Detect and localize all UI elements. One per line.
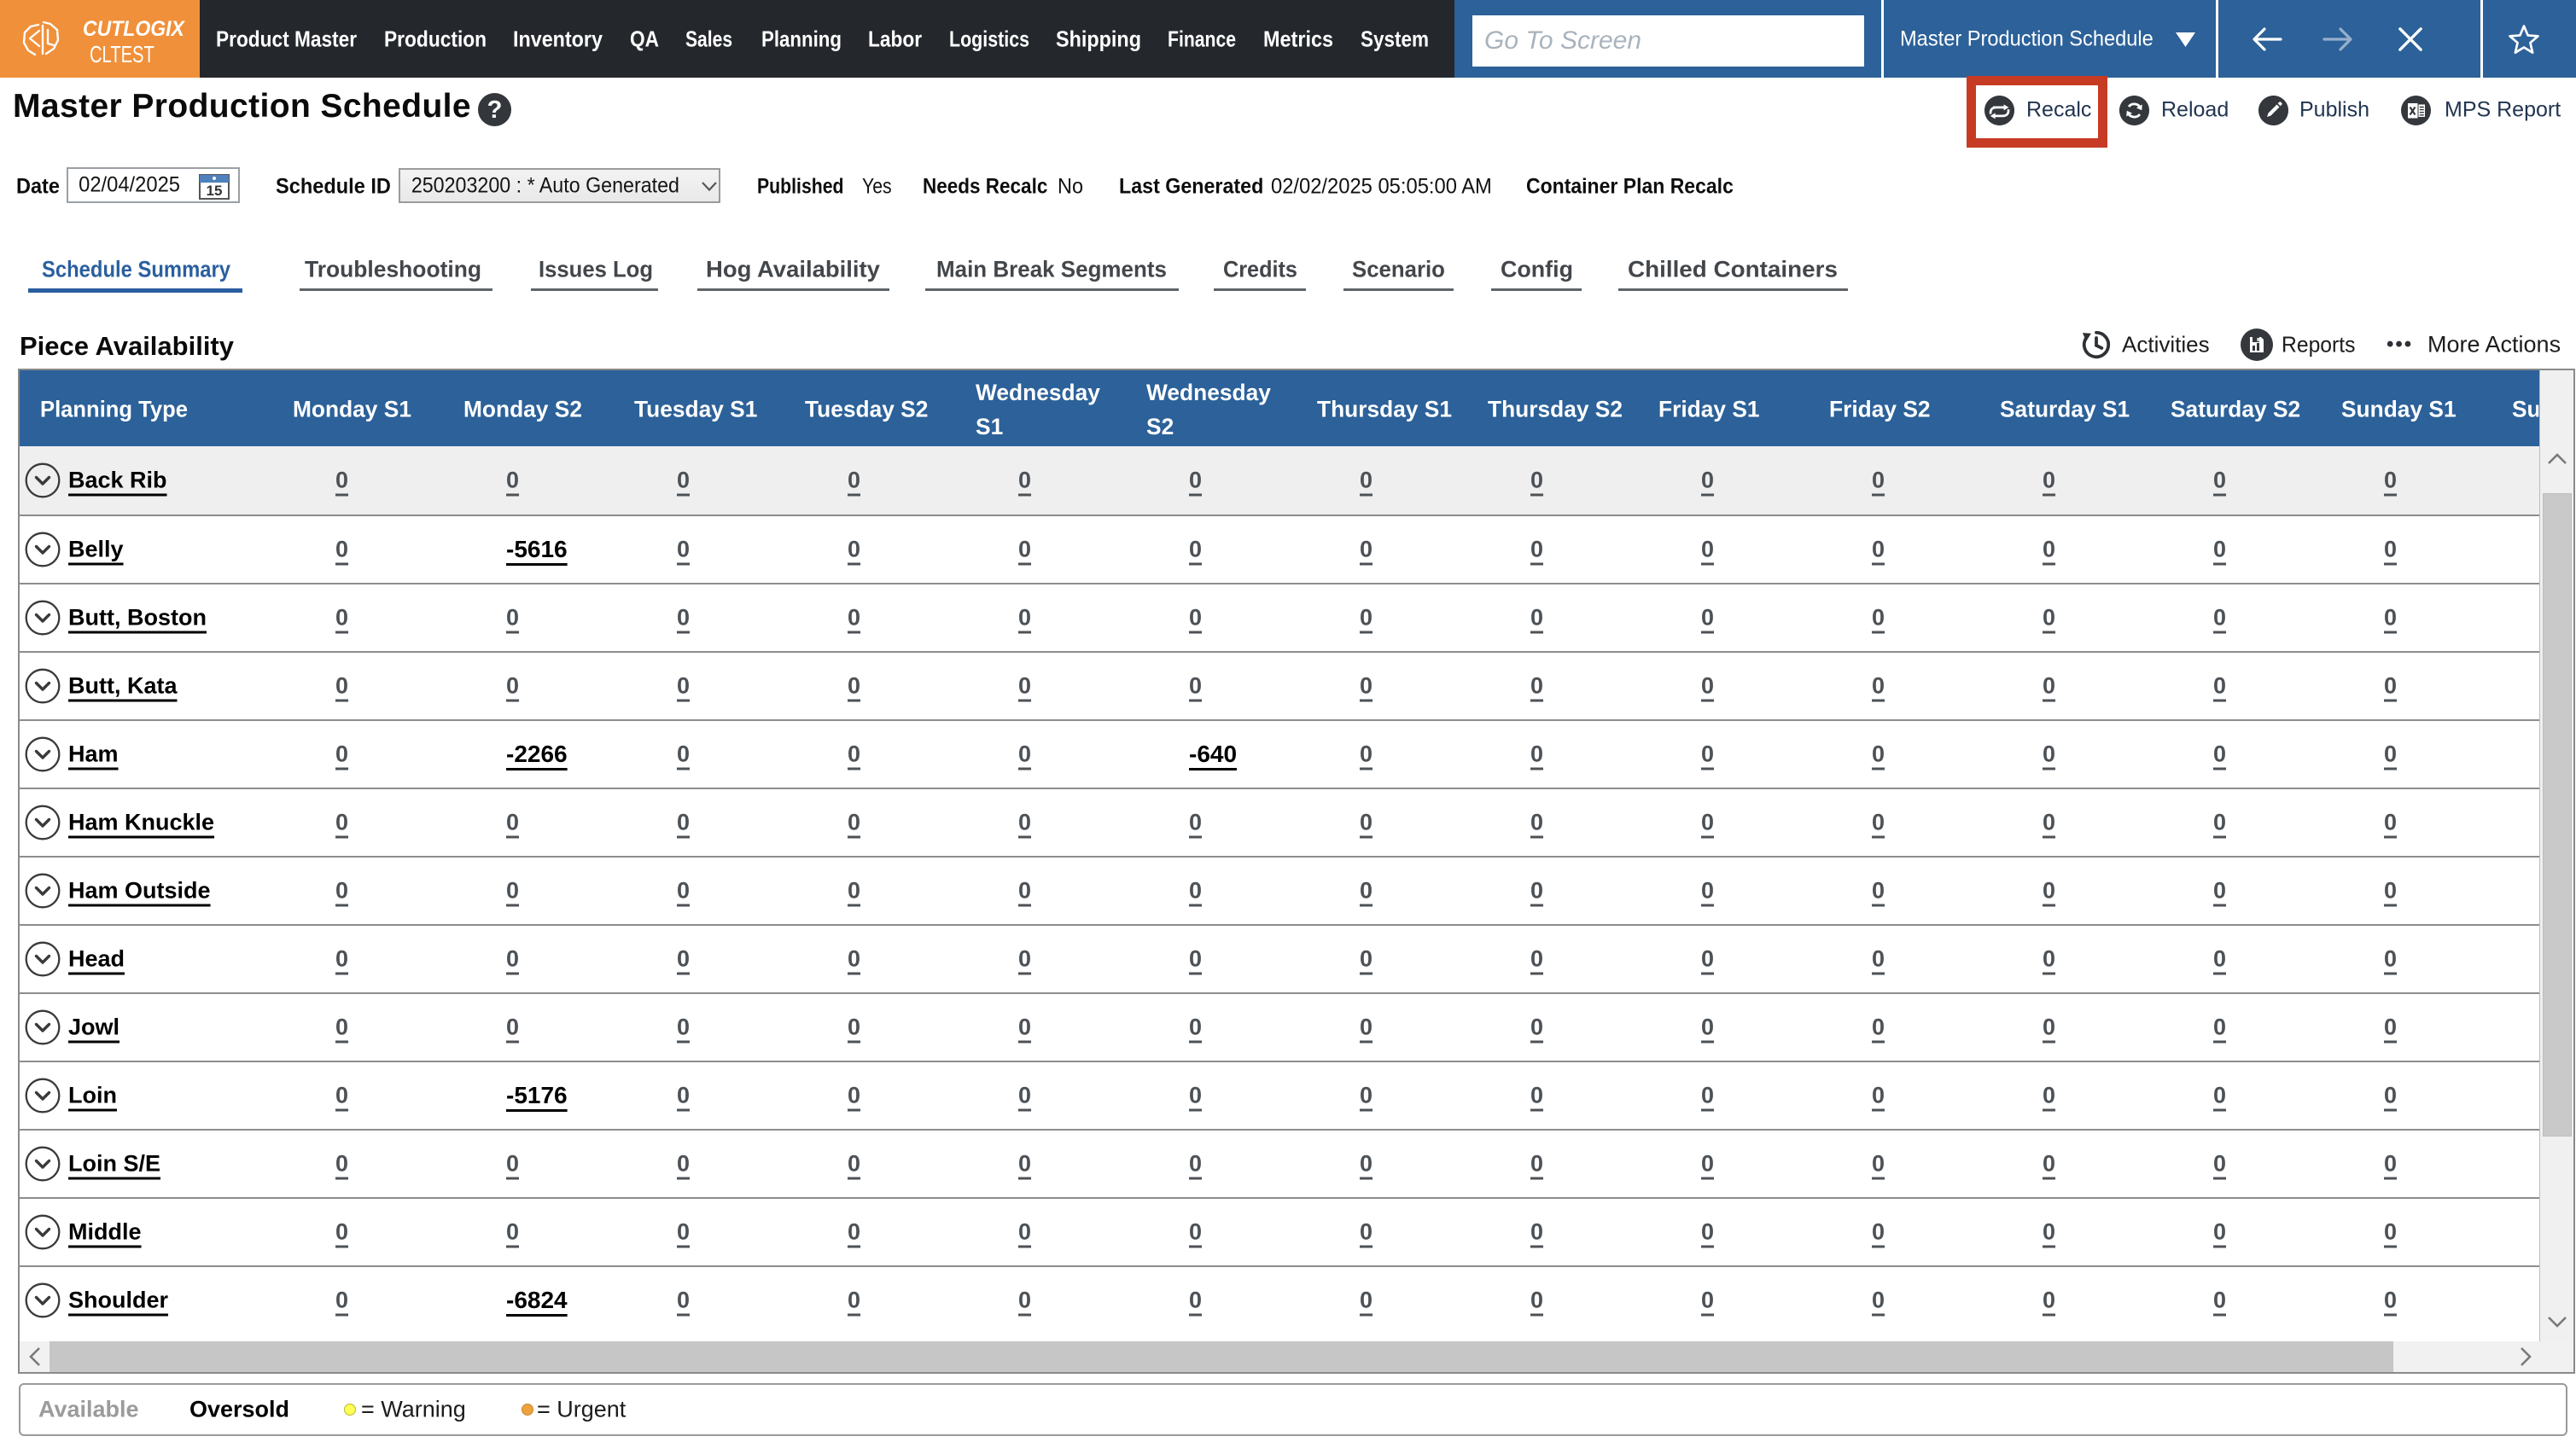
svg-text:15: 15 [207,183,223,199]
